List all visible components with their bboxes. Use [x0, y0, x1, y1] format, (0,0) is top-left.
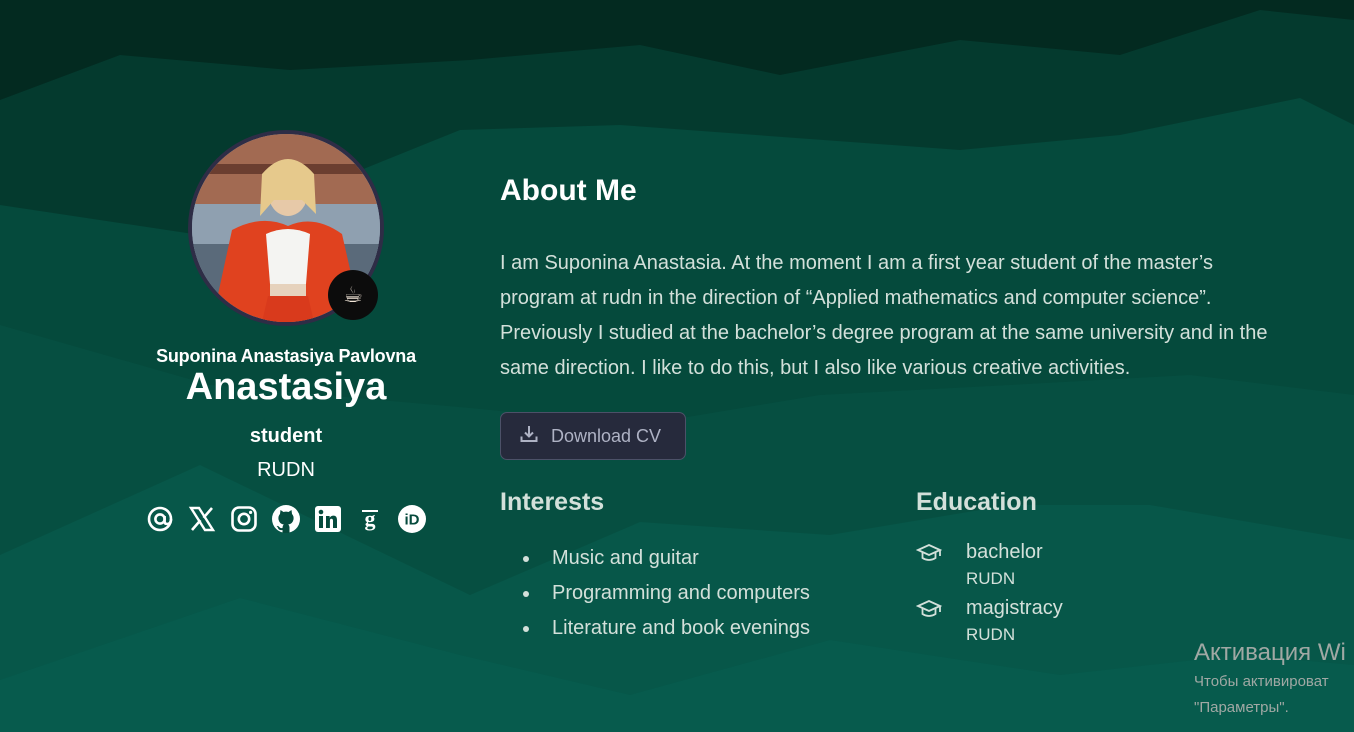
google-scholar-icon[interactable]: g: [355, 504, 385, 534]
display-name: Anastasiya: [185, 366, 387, 408]
education-title: Education: [916, 488, 1037, 516]
coffee-emoji: ☕: [343, 282, 363, 307]
activation-line-1: Чтобы активироват: [1194, 673, 1329, 690]
github-icon[interactable]: [271, 504, 301, 534]
activation-title: Активация Wi: [1194, 639, 1346, 666]
education-degree: bachelor: [966, 541, 1043, 563]
education-section: Education bachelor RUDN magistracy RUDN: [916, 488, 1316, 651]
status-emoji-badge: ☕: [328, 270, 378, 320]
x-twitter-icon[interactable]: [187, 504, 217, 534]
education-list: bachelor RUDN magistracy RUDN: [916, 539, 1316, 651]
profile-card: ☕ Suponina Anastasiya Pavlovna Anastasiy…: [120, 130, 452, 534]
interests-title: Interests: [500, 488, 605, 516]
orcid-icon[interactable]: iD: [397, 504, 427, 534]
bullet: [523, 591, 529, 597]
email-icon[interactable]: [145, 504, 175, 534]
bullet: [523, 556, 529, 562]
full-name: Suponina Anastasiya Pavlovna: [156, 346, 416, 366]
education-degree: magistracy: [966, 597, 1063, 619]
instagram-icon[interactable]: [229, 504, 259, 534]
list-item: Literature and book evenings: [500, 611, 880, 646]
download-icon: [519, 424, 539, 449]
svg-text:g: g: [365, 506, 376, 531]
about-section: About Me I am Suponina Anastasia. At the…: [500, 174, 1300, 460]
about-title: About Me: [500, 174, 637, 207]
windows-activation-watermark: Активация Wi Чтобы активироват "Параметр…: [1194, 638, 1346, 720]
download-cv-button[interactable]: Download CV: [500, 412, 686, 460]
education-item: bachelor RUDN: [916, 539, 1316, 595]
bullet: [523, 626, 529, 632]
interests-section: Interests Music and guitar Programming a…: [500, 488, 880, 646]
graduation-cap-icon: [916, 600, 942, 617]
interests-list: Music and guitar Programming and compute…: [500, 541, 880, 646]
activation-line-2: "Параметры".: [1194, 699, 1289, 716]
social-links: g iD: [120, 504, 452, 534]
organization: RUDN: [257, 459, 315, 481]
list-item: Programming and computers: [500, 576, 880, 611]
download-cv-label: Download CV: [551, 425, 662, 446]
role: student: [249, 425, 323, 447]
about-text: I am Suponina Anastasia. At the moment I…: [500, 252, 1268, 379]
avatar-wrapper: ☕: [188, 130, 384, 326]
svg-text:iD: iD: [405, 512, 420, 529]
graduation-cap-icon: [916, 544, 942, 561]
list-item: Music and guitar: [500, 541, 880, 576]
linkedin-icon[interactable]: [313, 504, 343, 534]
education-school: RUDN: [966, 569, 1016, 588]
